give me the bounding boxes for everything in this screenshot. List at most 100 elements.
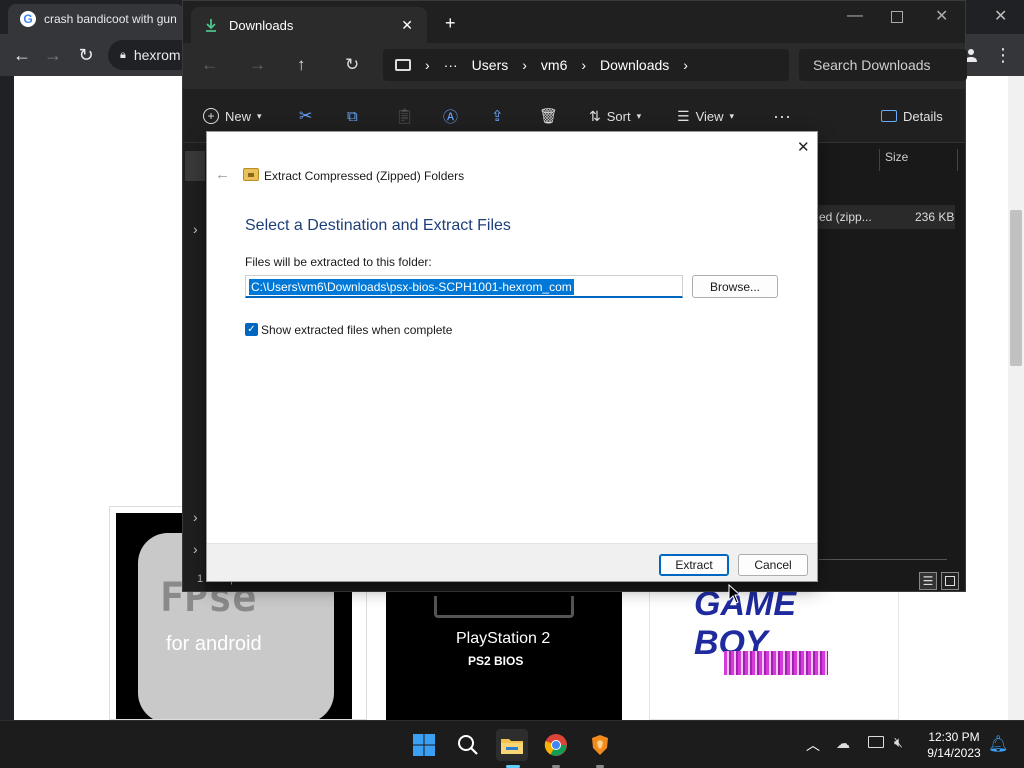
zip-folder-zipper xyxy=(248,173,254,177)
ps2-logo-shape xyxy=(434,596,574,618)
folder-label: Files will be extracted to this folder: xyxy=(245,255,432,269)
maximize-icon[interactable] xyxy=(891,11,903,23)
extract-button[interactable]: Extract xyxy=(659,554,729,576)
dialog-title: Extract Compressed (Zipped) Folders xyxy=(264,169,465,183)
sort-icon: ⇅ xyxy=(589,107,601,124)
chevron-down-icon: ▾ xyxy=(257,110,262,121)
tab-close-icon[interactable]: ✕ xyxy=(401,17,413,34)
google-icon: G xyxy=(20,11,36,27)
chevron-right-icon: › xyxy=(581,57,587,73)
browser-close-icon[interactable]: ✕ xyxy=(994,6,1007,26)
view-list-icon: ☰ xyxy=(677,107,690,124)
back-arrow-icon[interactable]: ← xyxy=(9,42,35,68)
chevron-right-icon: › xyxy=(425,57,430,73)
forward-icon[interactable]: → xyxy=(249,55,266,75)
gameboy-noise-image xyxy=(724,651,828,675)
expand-chevron-icon[interactable]: › xyxy=(193,541,198,557)
tiles-view-icon[interactable] xyxy=(941,572,959,590)
chevron-right-icon: › xyxy=(683,57,688,73)
breadcrumb-downloads[interactable]: Downloads xyxy=(600,57,669,73)
chevron-up-icon[interactable]: ︿ xyxy=(806,735,820,755)
ps2-subtitle: PS2 BIOS xyxy=(468,654,524,668)
up-arrow-icon[interactable]: ↑ xyxy=(297,55,306,75)
file-type-cell: ed (zipp... xyxy=(819,210,872,224)
column-divider xyxy=(957,149,958,171)
nav-pane-selected xyxy=(185,151,205,181)
ps2-logo-text: PlayStation 2 xyxy=(456,630,551,647)
horizontal-scrollbar[interactable] xyxy=(819,559,947,560)
cancel-button[interactable]: Cancel xyxy=(738,554,808,576)
show-files-checkbox[interactable]: ✓ xyxy=(245,323,258,336)
breadcrumb[interactable]: › ··· Users › vm6 › Downloads › xyxy=(383,49,789,81)
size-column-header[interactable]: Size xyxy=(885,150,908,164)
more-dots-icon[interactable]: ··· xyxy=(444,57,458,73)
volume-muted-icon[interactable]: 🔇︎ xyxy=(894,734,903,751)
app-taskbar-icon[interactable] xyxy=(584,729,616,761)
chevron-right-icon: › xyxy=(522,57,527,73)
onedrive-cloud-icon[interactable]: ☁︎ xyxy=(836,735,850,752)
url-text: hexrom xyxy=(133,47,181,63)
file-explorer-taskbar-icon[interactable] xyxy=(496,729,528,761)
more-menu-icon[interactable]: ⋮ xyxy=(990,42,1016,68)
new-button-label: New xyxy=(225,108,252,124)
dialog-heading: Select a Destination and Extract Files xyxy=(245,217,511,234)
breadcrumb-vm6[interactable]: vm6 xyxy=(541,57,567,73)
monitor-icon xyxy=(395,59,411,71)
notification-bell-icon[interactable]: 🔔︎ xyxy=(988,734,1008,754)
details-button-label: Details xyxy=(903,108,943,124)
extract-dialog: ✕ ← Extract Compressed (Zipped) Folders … xyxy=(206,131,818,582)
destination-path-input[interactable]: C:\Users\vm6\Downloads\psx-bios-SCPH1001… xyxy=(245,275,683,298)
network-monitor-icon[interactable] xyxy=(868,736,884,748)
clock[interactable]: 12:30 PM 9/14/2023 xyxy=(922,729,986,761)
expand-chevron-icon[interactable]: › xyxy=(193,509,198,525)
reload-icon[interactable]: ↻ xyxy=(73,42,99,68)
chevron-down-icon: ▾ xyxy=(729,110,735,121)
view-button-label: View xyxy=(695,108,724,124)
show-files-label: Show extracted files when complete xyxy=(261,323,453,337)
dialog-close-icon[interactable]: ✕ xyxy=(797,138,810,156)
refresh-icon[interactable]: ↻ xyxy=(345,55,359,75)
taskbar: ︿ ☁︎ 🔇︎ 12:30 PM 9/14/2023 🔔︎ xyxy=(0,720,1024,768)
explorer-titlebar: Downloads ✕ + — ✕ xyxy=(183,1,965,43)
fpse-subtitle: for android xyxy=(166,633,262,655)
navigation-pane: › › › xyxy=(183,143,205,591)
browser-tab[interactable]: G crash bandicoot with gun xyxy=(8,4,184,34)
zip-folder-icon xyxy=(243,168,259,181)
search-input[interactable]: Search Downloads xyxy=(799,49,967,81)
ps2-image: PlayStation 2 PS2 BIOS xyxy=(386,586,622,720)
lock-icon: 🔒︎ xyxy=(120,48,126,61)
plus-circle-icon: + xyxy=(203,108,219,124)
column-divider xyxy=(879,149,880,171)
page-scrollbar-thumb[interactable] xyxy=(1010,210,1022,366)
new-tab-plus-icon[interactable]: + xyxy=(445,13,456,34)
file-size-cell: 236 KB xyxy=(915,210,955,224)
expand-chevron-icon[interactable]: › xyxy=(193,221,198,237)
mouse-cursor-icon xyxy=(728,584,742,604)
dialog-back-icon[interactable]: ← xyxy=(215,166,230,183)
search-icon[interactable] xyxy=(452,729,484,761)
window-close-icon[interactable]: ✕ xyxy=(935,6,948,26)
ps2-card[interactable]: PlayStation 2 PS2 BIOS xyxy=(377,576,635,720)
file-row[interactable]: ed (zipp... 236 KB xyxy=(817,205,955,229)
chrome-taskbar-icon[interactable] xyxy=(540,729,572,761)
clock-time: 12:30 PM xyxy=(928,730,980,744)
tiles-view-glyph xyxy=(945,576,955,586)
dialog-footer: Extract Cancel xyxy=(207,543,817,581)
details-view-icon[interactable]: ☰ xyxy=(919,572,937,590)
breadcrumb-users[interactable]: Users xyxy=(472,57,509,73)
explorer-address-row: ← → ↑ ↻ › ··· Users › vm6 › Downloads › … xyxy=(183,43,967,89)
gameboy-card[interactable]: GAME BOY xyxy=(649,576,899,720)
minimize-icon[interactable]: — xyxy=(847,7,863,25)
browse-button[interactable]: Browse... xyxy=(692,275,778,298)
chevron-down-icon: ▾ xyxy=(636,110,642,121)
forward-arrow-icon[interactable]: → xyxy=(40,42,66,68)
details-button[interactable]: Details xyxy=(881,89,943,143)
windows-start-icon[interactable] xyxy=(408,729,440,761)
sort-button-label: Sort xyxy=(606,108,631,124)
destination-path-text: C:\Users\vm6\Downloads\psx-bios-SCPH1001… xyxy=(249,279,574,295)
page-scrollbar[interactable] xyxy=(1008,76,1024,720)
clock-date: 9/14/2023 xyxy=(927,746,981,760)
back-icon[interactable]: ← xyxy=(201,55,218,75)
explorer-tab[interactable]: Downloads ✕ xyxy=(191,7,427,43)
download-icon xyxy=(206,19,216,32)
